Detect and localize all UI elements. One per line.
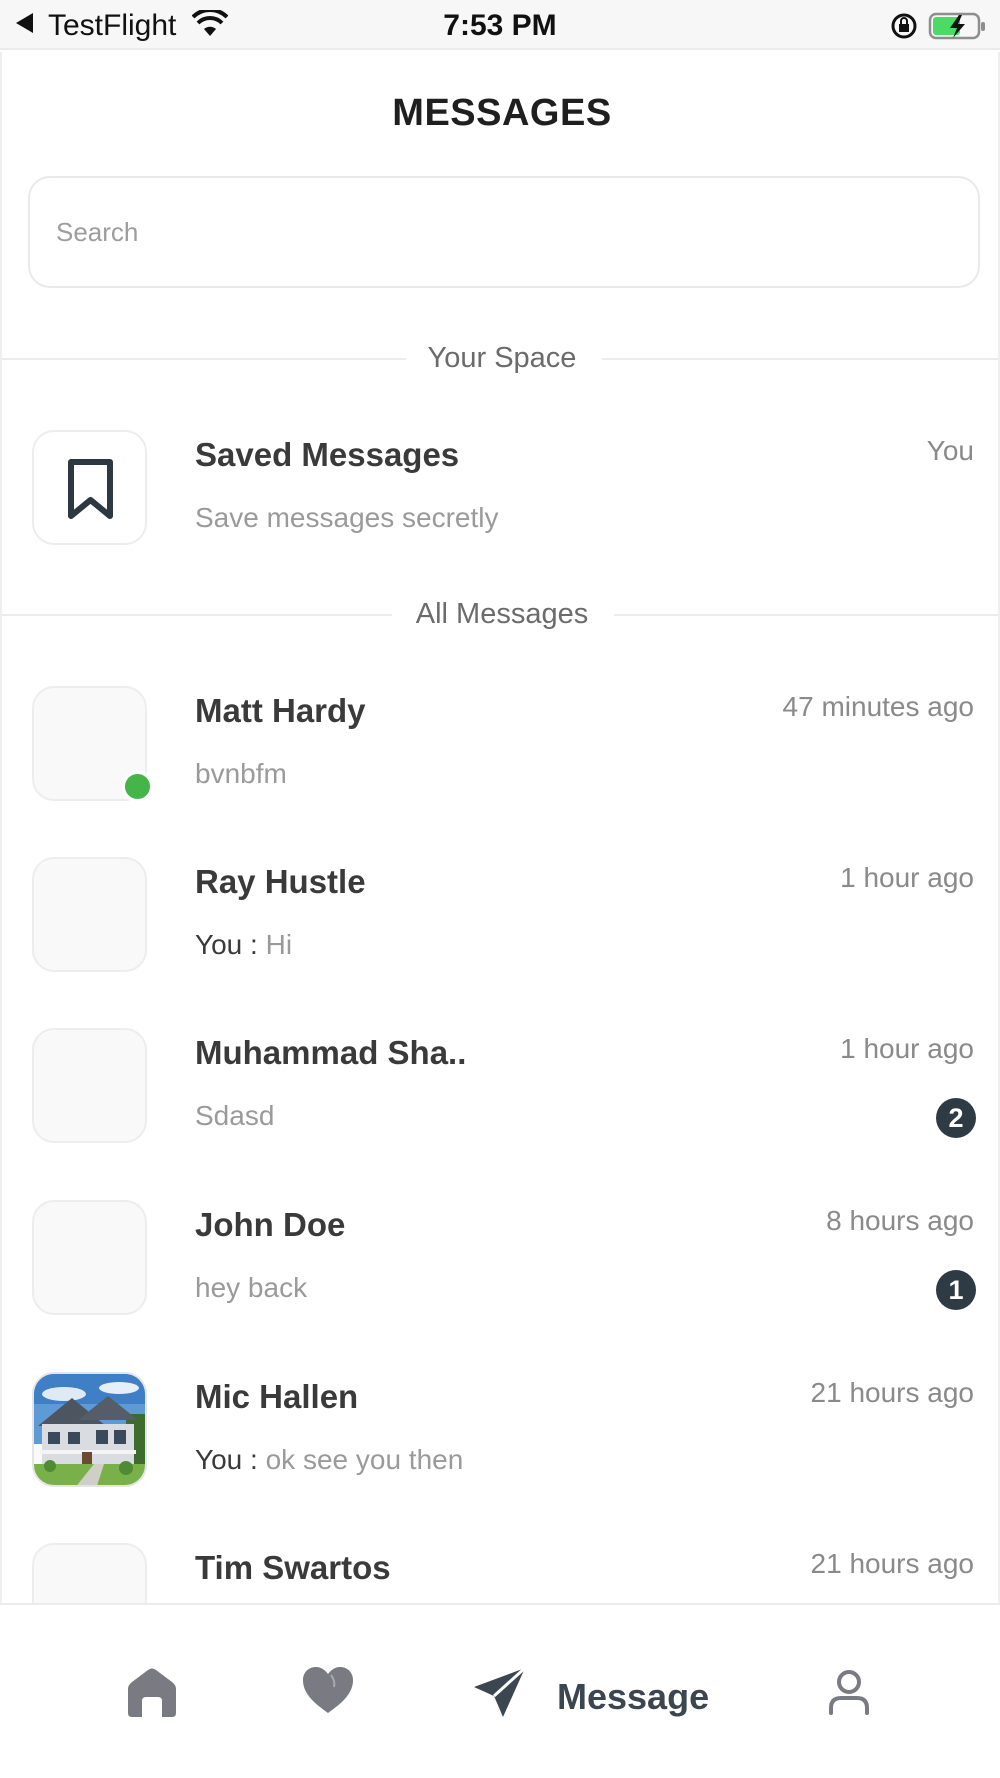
preview-sender: You : (195, 929, 266, 960)
conversation-item[interactable]: Muhammad Sha.. 1 hour ago Sdasd 2 (2, 1028, 998, 1178)
home-icon[interactable] (124, 1667, 180, 1719)
search-input[interactable] (30, 178, 978, 286)
conversation-preview: You : Hi (195, 929, 292, 961)
status-time: 7:53 PM (443, 9, 557, 42)
saved-messages-title: Saved Messages (195, 436, 460, 473)
conversation-name: Ray Hustle (195, 863, 366, 900)
conversation-preview: bvnbfm (195, 758, 287, 790)
avatar-photo (32, 1372, 147, 1487)
avatar (32, 1543, 147, 1603)
conversation-time: 21 hours ago (810, 1548, 974, 1579)
preview-text: Sdasd (195, 1100, 275, 1131)
search-field[interactable] (28, 176, 980, 288)
avatar (32, 857, 147, 972)
conversation-preview: Sdasd (195, 1100, 274, 1132)
preview-text: hey back (195, 1272, 308, 1303)
preview-sender: You : (195, 1444, 266, 1475)
saved-messages-item[interactable]: Saved Messages You Save messages secretl… (2, 430, 998, 580)
conversation-item[interactable]: Tim Swartos 21 hours ago (2, 1543, 998, 1603)
conversation-time: 21 hours ago (810, 1377, 974, 1408)
unread-badge: 1 (936, 1270, 976, 1310)
status-bar: TestFlight 7:53 PM (0, 0, 1000, 50)
unread-badge: 2 (936, 1098, 976, 1138)
section-divider-all-messages: All Messages (2, 594, 998, 634)
conversation-name: John Doe (195, 1206, 346, 1243)
send-icon[interactable] (472, 1665, 528, 1721)
conversation-name: Muhammad Sha.. (195, 1034, 467, 1071)
preview-text: bvnbfm (195, 758, 287, 789)
conversation-item[interactable]: Mic Hallen 21 hours ago You : ok see you… (2, 1372, 998, 1522)
divider-line (602, 358, 998, 360)
conversation-item[interactable]: Ray Hustle 1 hour ago You : Hi (2, 857, 998, 1007)
conversation-item[interactable]: Matt Hardy 47 minutes ago bvnbfm (2, 686, 998, 836)
avatar (32, 1028, 147, 1143)
saved-messages-meta: You (926, 435, 974, 466)
section-divider-your-space: Your Space (2, 338, 998, 378)
conversation-preview: hey back (195, 1272, 307, 1304)
conversation-item[interactable]: John Doe 8 hours ago hey back 1 (2, 1200, 998, 1350)
divider-line (614, 614, 998, 616)
online-indicator (122, 771, 153, 802)
saved-messages-subtitle: Save messages secretly (195, 502, 499, 533)
conversation-time: 47 minutes ago (782, 691, 974, 722)
conversation-preview: You : ok see you then (195, 1444, 463, 1476)
tab-bar: Message (0, 1603, 1000, 1778)
house-photo (34, 1374, 145, 1485)
tab-label-message[interactable]: Message (557, 1676, 709, 1718)
conversation-time: 8 hours ago (826, 1205, 974, 1236)
conversation-name: Matt Hardy (195, 692, 366, 729)
conversation-time: 1 hour ago (840, 862, 974, 893)
conversation-name: Tim Swartos (195, 1549, 391, 1586)
rotation-lock-icon (891, 13, 917, 39)
page-title: MESSAGES (392, 92, 612, 134)
conversation-name: Mic Hallen (195, 1378, 359, 1415)
saved-avatar (32, 430, 147, 545)
preview-text: ok see you then (265, 1444, 464, 1475)
conversation-time: 1 hour ago (840, 1033, 974, 1064)
preview-text: Hi (265, 929, 293, 960)
messages-screen: MESSAGES Your Space Saved Messages You S… (0, 52, 1000, 1603)
battery-icon (928, 12, 985, 40)
heart-icon[interactable] (301, 1665, 355, 1715)
bookmark-icon (68, 459, 113, 519)
profile-icon[interactable] (828, 1669, 870, 1715)
avatar (32, 1200, 147, 1315)
